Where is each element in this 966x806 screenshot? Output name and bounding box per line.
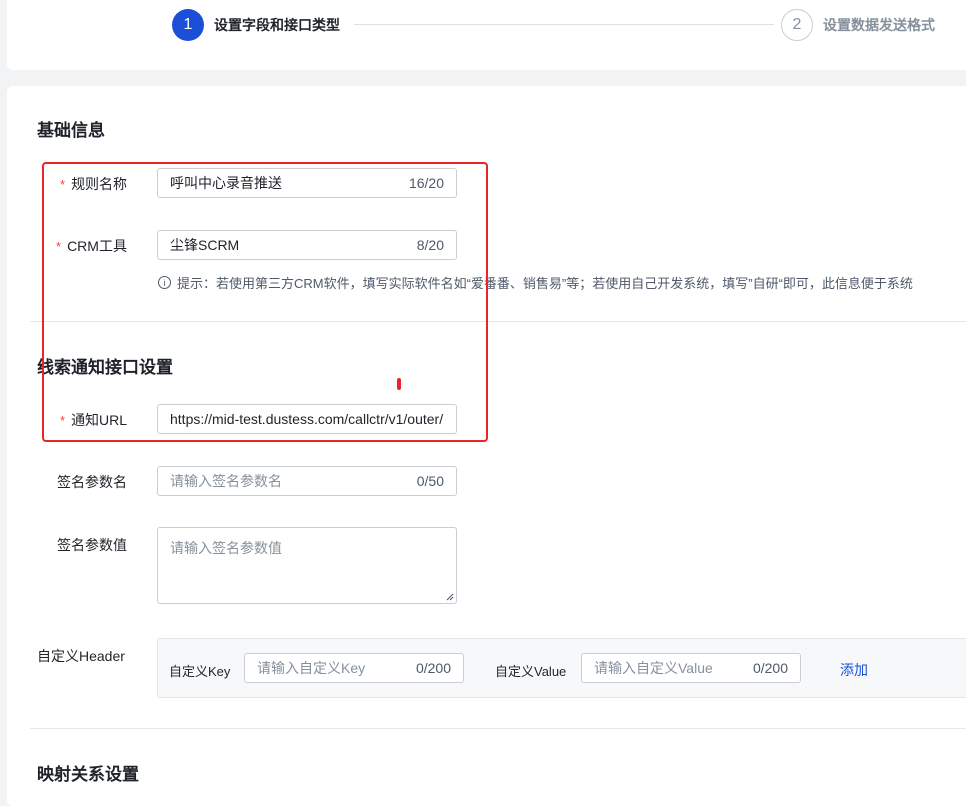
required-mark: * (60, 177, 66, 192)
custom-key-label: 自定义Key (169, 664, 231, 679)
custom-value-label: 自定义Value (495, 664, 567, 679)
rule-name-input[interactable]: 呼叫中心录音推送 16/20 (157, 168, 457, 198)
info-icon: i (158, 276, 171, 289)
cursor-mark (397, 378, 401, 390)
notify-url-label: * 通知URL (60, 412, 128, 428)
sign-name-input[interactable]: 请输入签名参数名 0/50 (157, 466, 457, 496)
sign-name-label: 签名参数名 (57, 474, 127, 490)
notify-url-input[interactable]: https://mid-test.dustess.com/callctr/v1/… (157, 404, 457, 434)
required-mark: * (56, 239, 62, 254)
rule-name-label: * 规则名称 (60, 176, 128, 192)
sign-value-textarea[interactable]: 请输入签名参数值 (157, 527, 457, 604)
step-2-number: 2 (781, 9, 813, 41)
section-divider (30, 728, 966, 729)
crm-tool-label: * CRM工具 (56, 238, 127, 254)
sign-name-counter: 0/50 (416, 473, 444, 489)
custom-key-counter: 0/200 (415, 660, 451, 676)
notify-section-title: 线索通知接口设置 (37, 358, 173, 377)
crm-tool-counter: 8/20 (416, 237, 444, 253)
custom-value-counter: 0/200 (752, 660, 788, 676)
steps-header: 1 设置字段和接口类型 2 设置数据发送格式 (7, 0, 966, 70)
step-1-number: 1 (172, 9, 204, 41)
step-1-label: 设置字段和接口类型 (214, 17, 340, 33)
rule-name-counter: 16/20 (408, 175, 444, 191)
step-2-label: 设置数据发送格式 (823, 17, 935, 33)
section-divider (30, 321, 966, 322)
mapping-section-title: 映射关系设置 (37, 765, 139, 784)
crm-tool-input[interactable]: 尘锋SCRM 8/20 (157, 230, 457, 260)
required-mark: * (60, 413, 66, 428)
custom-key-input[interactable]: 请输入自定义Key 0/200 (244, 653, 464, 683)
sign-value-label: 签名参数值 (57, 537, 127, 553)
add-header-button[interactable]: 添加 (840, 660, 868, 680)
basic-info-title: 基础信息 (37, 121, 105, 140)
step-1[interactable]: 1 设置字段和接口类型 (172, 9, 340, 41)
custom-header-panel: 自定义Key 请输入自定义Key 0/200 自定义Value 请输入自定义Va… (157, 638, 966, 698)
crm-hint: i 提示：若使用第三方CRM软件，填写实际软件名如“爱番番、销售易”等；若使用自… (158, 273, 913, 292)
step-connector (354, 24, 774, 25)
form-card (7, 86, 966, 806)
custom-value-input[interactable]: 请输入自定义Value 0/200 (581, 653, 801, 683)
custom-header-label: 自定义Header (37, 648, 125, 664)
resize-handle-icon[interactable] (446, 593, 454, 601)
step-2[interactable]: 2 设置数据发送格式 (781, 9, 935, 41)
